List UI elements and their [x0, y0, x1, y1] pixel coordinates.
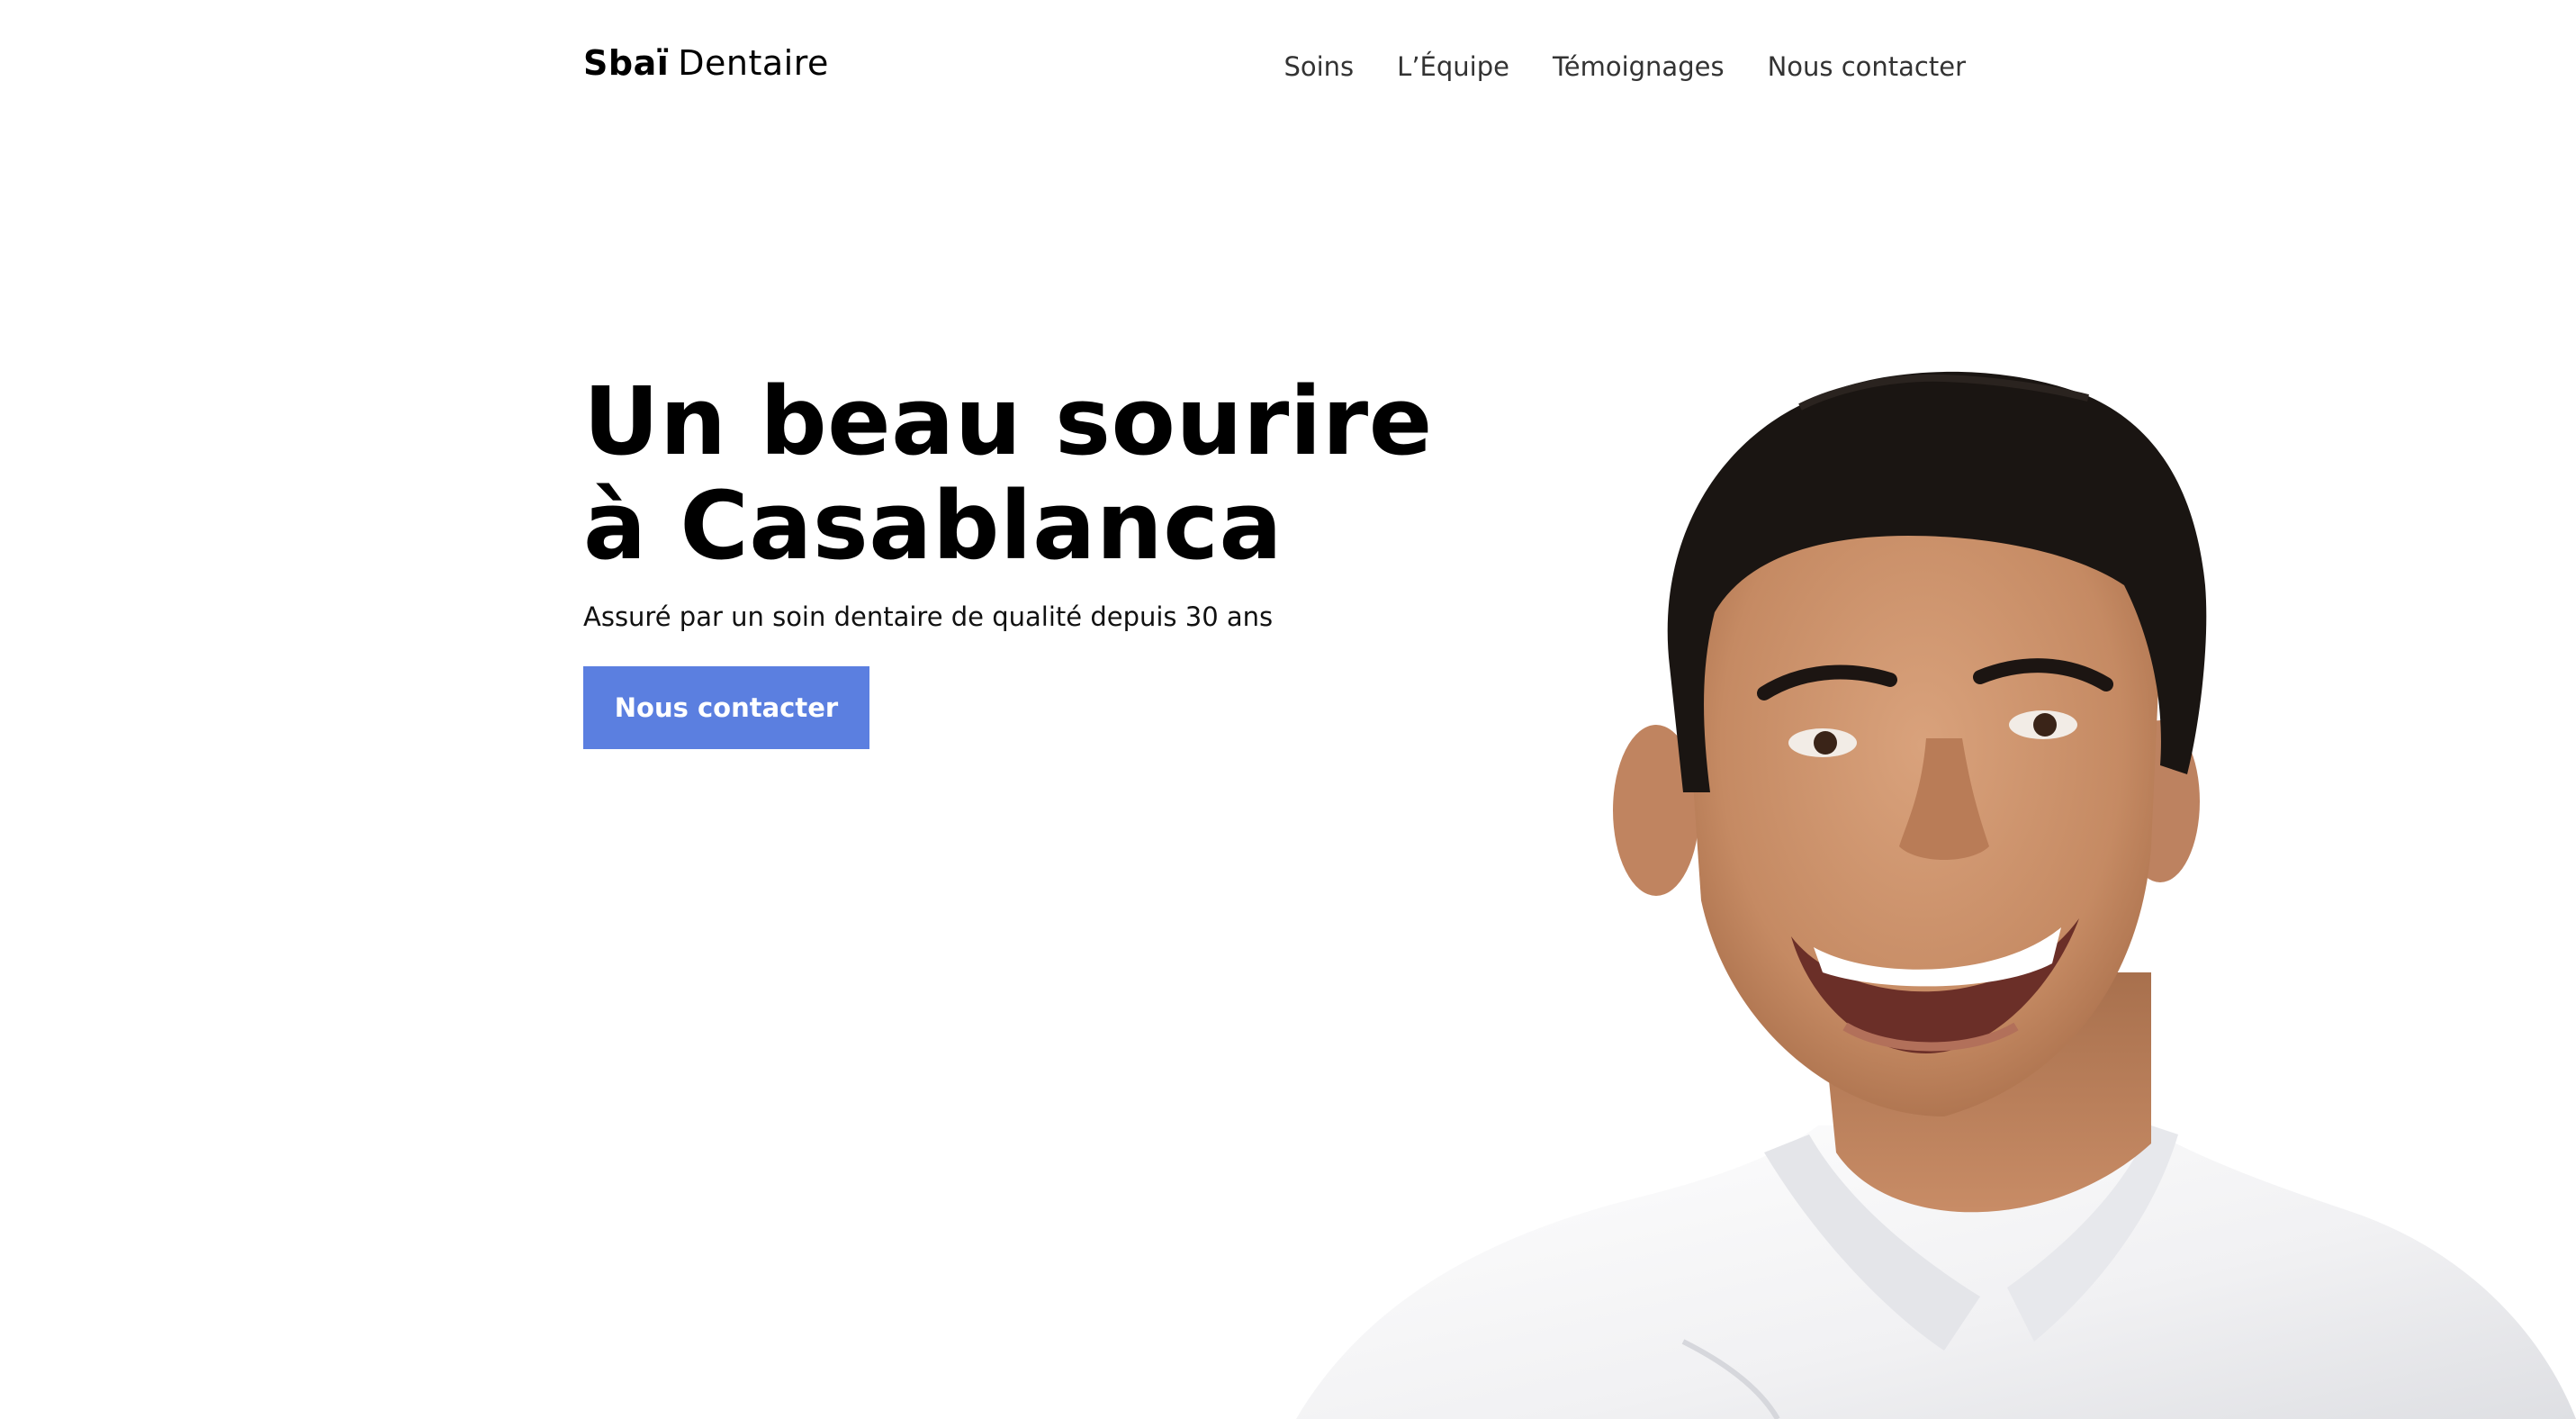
nav-link-equipe[interactable]: L’Équipe	[1397, 51, 1509, 82]
nav-link-temoignages[interactable]: Témoignages	[1553, 51, 1725, 82]
site-logo[interactable]: Sbaï Dentaire	[583, 43, 829, 83]
logo-bold-text: Sbaï	[583, 43, 670, 83]
contact-cta-button[interactable]: Nous contacter	[583, 666, 869, 749]
site-header: Sbaï Dentaire Soins L’Équipe Témoignages …	[583, 36, 1966, 90]
nav-link-contact[interactable]: Nous contacter	[1768, 51, 1966, 82]
smiling-man-portrait	[1296, 371, 2576, 1419]
landing-page: Sbaï Dentaire Soins L’Équipe Témoignages …	[0, 0, 2576, 1419]
nav-link-soins[interactable]: Soins	[1283, 51, 1354, 82]
main-nav: Soins L’Équipe Témoignages Nous contacte…	[1283, 51, 1966, 82]
logo-light-text: Dentaire	[678, 43, 829, 83]
